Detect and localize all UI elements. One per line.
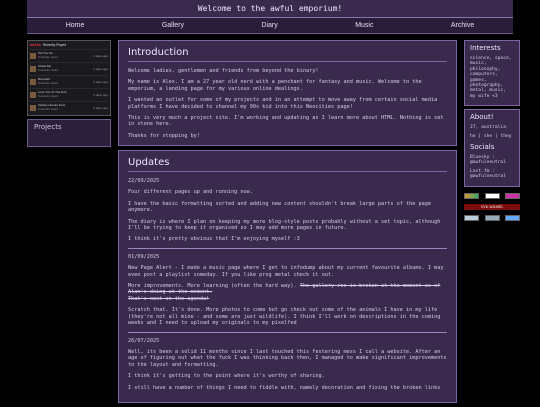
social-lastfm[interactable]: Last.fm : @awfulneutral [470, 169, 514, 180]
track-text: Tell You So Kossisko Heart [38, 52, 91, 59]
about-box: About! 27, australia he | she | they Soc… [464, 109, 520, 187]
update-date: 22/09/2025 [128, 178, 160, 184]
interests-box: Interests science, space, music, philoso… [464, 40, 520, 107]
about-title: About! [470, 113, 494, 122]
track-artist: Kossisko Heart [38, 81, 59, 85]
track-item[interactable]: Love You To The End Kossisko Heart 4 days… [30, 88, 108, 101]
track-item[interactable]: Cheat-Mo Kossisko Heart 4 days ago [30, 62, 108, 75]
track-item[interactable]: Tell You So Kossisko Heart 4 days ago [30, 49, 108, 62]
site-button[interactable] [464, 214, 479, 221]
interests-title: Interests [470, 44, 501, 52]
socials-title: Socials [470, 143, 495, 152]
intro-paragraph: My name is Alex. I am a 27 year old nerd… [128, 79, 422, 92]
track-item[interactable]: Bounded Kossisko Heart 4 days ago [30, 75, 108, 88]
track-artist: Kossisko Heart [38, 94, 59, 98]
social-bluesky[interactable]: Bluesky : @awfulneutral [470, 155, 514, 166]
track-time: 4 days ago [93, 93, 108, 97]
nav-home[interactable]: Home [66, 22, 85, 29]
introduction-panel: Introduction Welcome ladies, gentlemen a… [118, 40, 457, 146]
track-time: 4 days ago [93, 67, 108, 71]
track-text: Cheat-Mo Kossisko Heart [38, 65, 91, 72]
update-date: 01/09/2025 [128, 253, 160, 260]
nav-music[interactable]: Music [355, 22, 373, 29]
track-artist: Kossisko Heart [38, 55, 59, 59]
update-paragraph: I have the basic formatting sorted and a… [128, 200, 431, 214]
update-text: More improvements. More learning (often … [128, 283, 300, 290]
update-paragraph: I think it's getting to the point where … [128, 373, 325, 380]
nav-archive[interactable]: Archive [451, 22, 474, 29]
site-banner: Welcome to the awful emporium! [27, 0, 513, 18]
update-paragraph: I think it's pretty obvious that I'm enj… [128, 236, 300, 243]
update-paragraph: More improvements. More learning (often … [128, 283, 447, 296]
intro-paragraph: Thanks for stopping by! [128, 132, 200, 139]
projects-title[interactable]: Projects [34, 123, 104, 131]
update-paragraph: I still have a number of things I need t… [128, 384, 441, 391]
track-time: 4 days ago [93, 54, 108, 58]
site-button[interactable] [484, 192, 500, 199]
lastfm-widget[interactable]: last.fm Recently Played Tell You So Kossi… [27, 40, 111, 116]
track-artist: Kossisko Heart [38, 68, 59, 72]
interests-text: science, space, music, philosophy, compu… [470, 56, 512, 99]
lastfm-logo: last.fm [30, 43, 41, 47]
player-header: last.fm Recently Played [30, 43, 108, 47]
introduction-title: Introduction [128, 47, 447, 62]
main-column: Introduction Welcome ladies, gentlemen a… [118, 40, 457, 407]
struck-text: That's next on the agenda! [128, 295, 210, 302]
site-button[interactable] [505, 214, 520, 221]
site-button[interactable] [484, 214, 500, 221]
album-art [30, 105, 36, 111]
button-wall: EVIL WIZARD [464, 192, 520, 221]
nav-diary[interactable]: Diary [261, 22, 277, 29]
track-text: Velleity Human Error Kossisko Heart [38, 104, 91, 111]
main-nav: Home Gallery Diary Music Archive [27, 18, 513, 34]
button-row [464, 192, 520, 199]
nav-gallery[interactable]: Gallery [162, 22, 184, 29]
right-column: Interests science, space, music, philoso… [464, 40, 520, 226]
intro-paragraph: Welcome ladies, gentlemen and friends fr… [128, 68, 319, 74]
track-artist: Kossisko Heart [38, 107, 59, 111]
update-paragraph: The diary is where I plan on keeping my … [128, 218, 441, 232]
track-time: 4 days ago [93, 80, 108, 84]
intro-paragraph: This is very much a project site. I'm wo… [128, 115, 444, 128]
intro-paragraph: I wanted an outlet for some of my projec… [128, 97, 438, 110]
about-location: 27, australia [470, 125, 506, 131]
update-date: 26/07/2025 [128, 337, 160, 344]
divider [128, 331, 447, 333]
album-art [30, 66, 36, 72]
update-paragraph: Scratch that. It's done. More photos to … [128, 307, 441, 327]
about-pronouns: he | she | they [470, 133, 512, 139]
divider [128, 247, 447, 249]
album-art [30, 79, 36, 85]
evil-wizard-button[interactable]: EVIL WIZARD [464, 203, 520, 210]
player-title: Recently Played [42, 43, 66, 47]
update-paragraph: Four different pages up and running now. [128, 189, 253, 196]
updates-title: Updates [128, 157, 447, 172]
album-art [30, 53, 36, 59]
update-paragraph: Well, its been a solid 11 months since I… [128, 348, 447, 368]
projects-box: Projects [27, 119, 111, 147]
update-paragraph: New Page Alert - I made a music page whe… [128, 265, 444, 278]
track-text: Love You To The End Kossisko Heart [38, 91, 91, 98]
album-art [30, 92, 36, 98]
site-button[interactable] [464, 192, 479, 199]
updates-panel: Updates 22/09/2025 Four different pages … [118, 150, 457, 403]
site-button[interactable] [505, 192, 520, 199]
track-text: Bounded Kossisko Heart [38, 78, 91, 85]
left-column: last.fm Recently Played Tell You So Kossi… [27, 40, 111, 147]
track-time: 4 days ago [93, 106, 108, 110]
button-row [464, 214, 520, 221]
track-item[interactable]: Velleity Human Error Kossisko Heart 4 day… [30, 101, 108, 114]
